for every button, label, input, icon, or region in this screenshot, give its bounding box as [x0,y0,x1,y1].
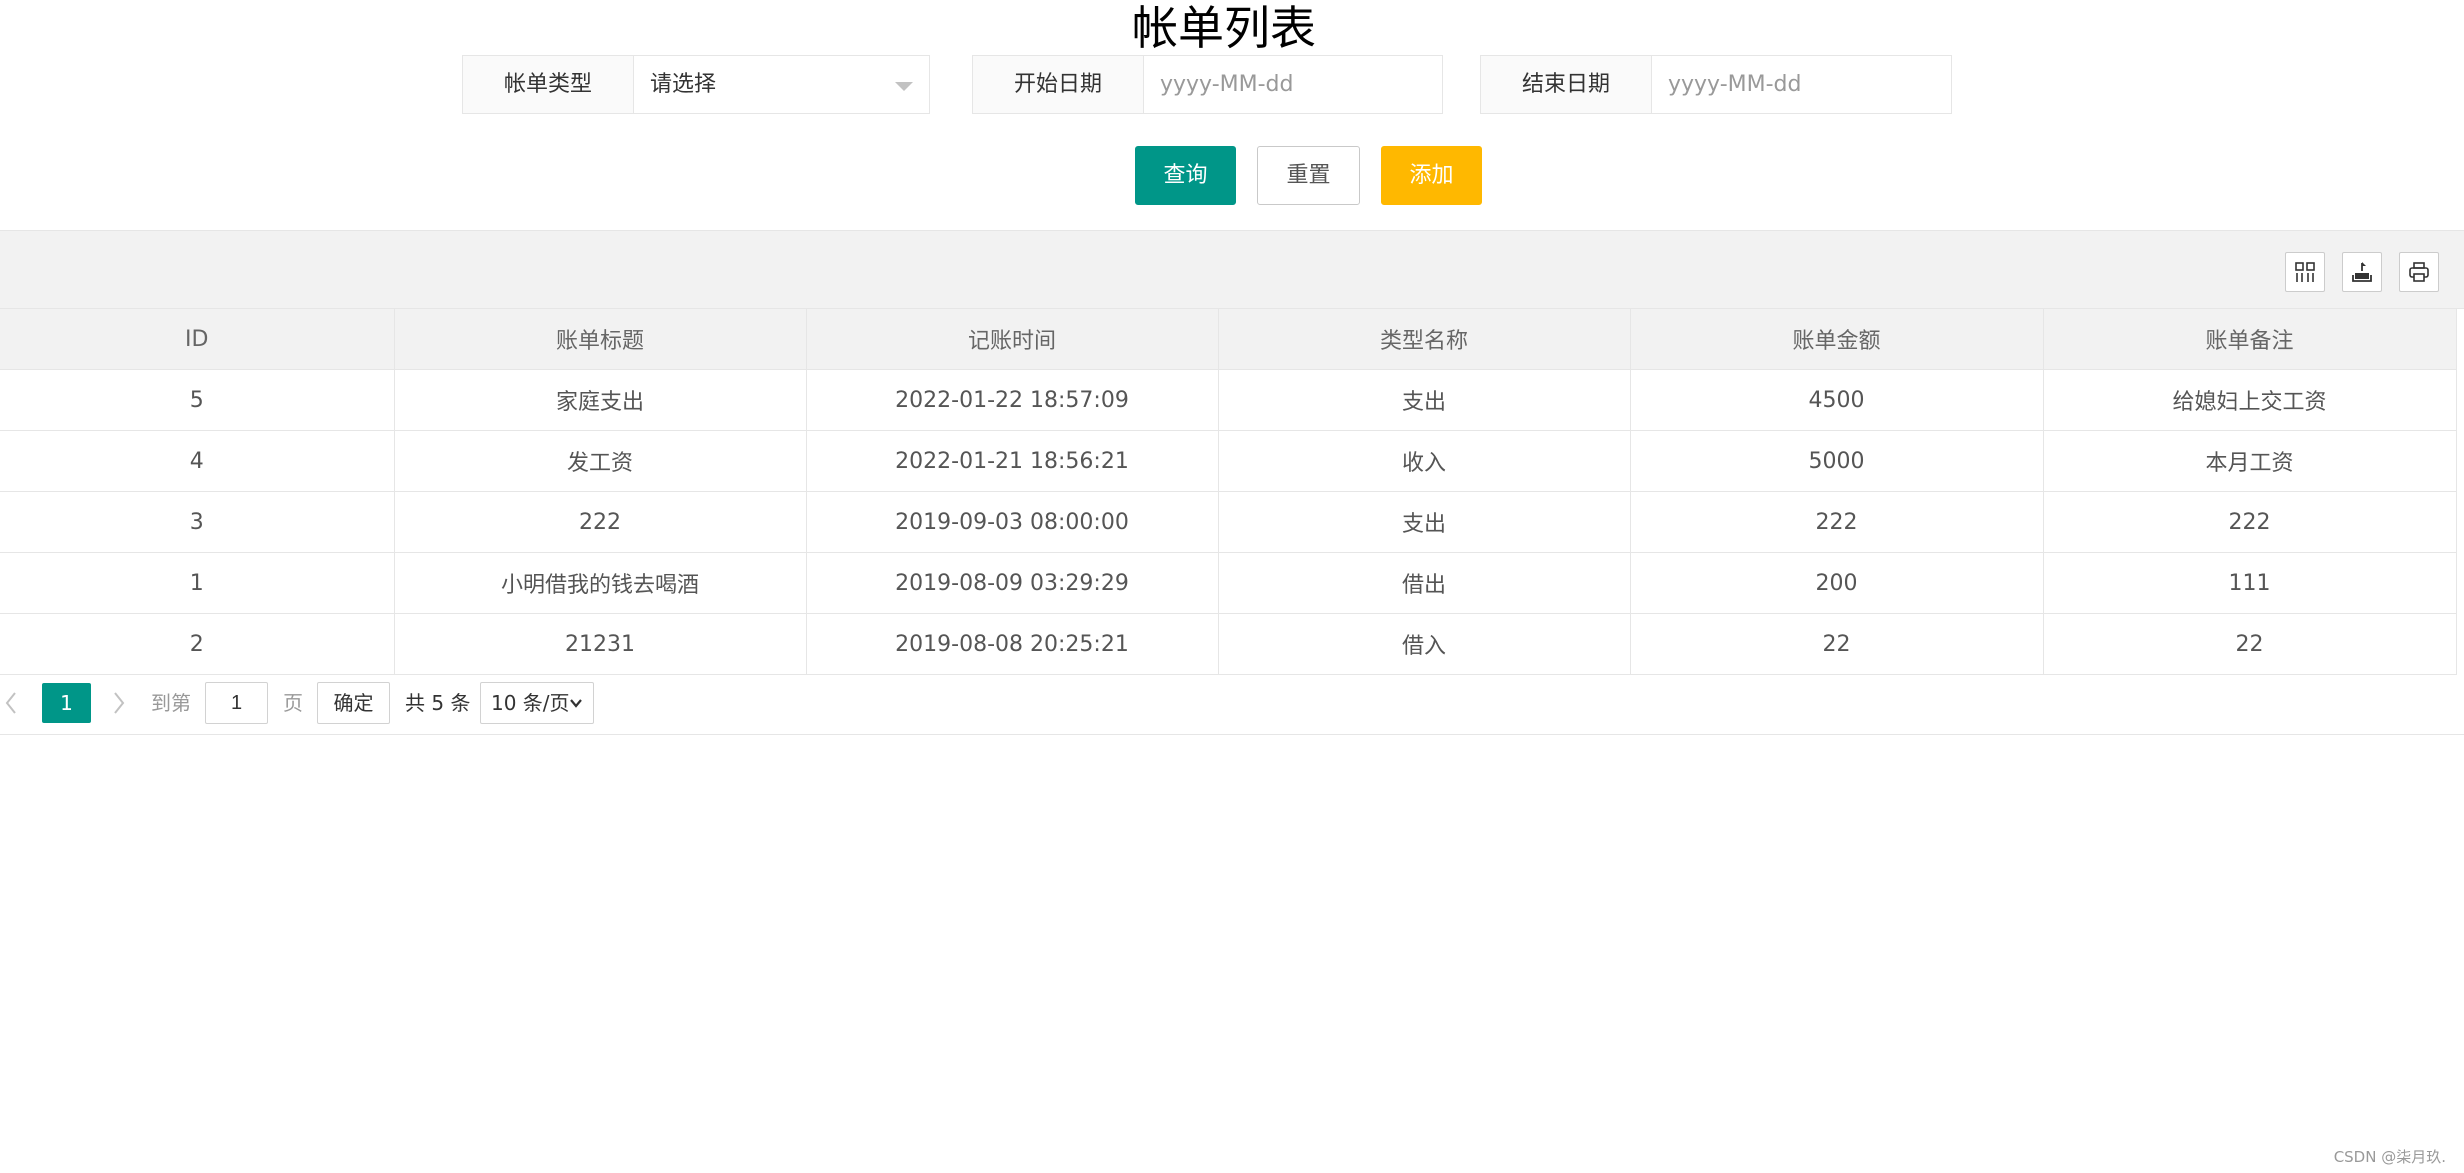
column-header-amount[interactable]: 账单金额 [1630,309,2044,370]
add-button[interactable]: 添加 [1381,146,1482,205]
cell-type: 收入 [1218,430,1631,492]
chevron-down-icon [570,699,582,708]
cell-amount: 4500 [1630,369,2044,431]
cell-id: 2 [0,613,395,675]
cell-amount: 22 [1630,613,2044,675]
cell-id: 5 [0,369,395,431]
cell-type: 借出 [1218,552,1631,614]
table-toolbar [0,230,2464,309]
cell-remark: 22 [2043,613,2457,675]
chevron-down-icon [895,82,913,91]
export-icon [2352,262,2372,282]
columns-filter-icon [2295,262,2315,282]
cell-amount: 200 [1630,552,2044,614]
end-date-input[interactable]: yyyy-MM-dd [1652,56,1951,113]
column-header-time[interactable]: 记账时间 [806,309,1219,370]
print-button[interactable] [2399,252,2439,292]
cell-type: 支出 [1218,369,1631,431]
cell-remark: 本月工资 [2043,430,2457,492]
cell-amount: 222 [1630,491,2044,553]
end-date-placeholder: yyyy-MM-dd [1668,72,1802,97]
cell-id: 4 [0,430,395,492]
column-header-remark[interactable]: 账单备注 [2043,309,2457,370]
goto-confirm-button[interactable]: 确定 [317,682,390,724]
cell-remark: 给媳妇上交工资 [2043,369,2457,431]
next-page-button[interactable] [112,689,126,722]
table-row[interactable]: 4 发工资 2022-01-21 18:56:21 收入 5000 本月工资 [0,430,2457,492]
cell-id: 3 [0,491,395,553]
cell-title: 小明借我的钱去喝酒 [394,552,807,614]
cell-amount: 5000 [1630,430,2044,492]
bill-type-select[interactable]: 请选择 [634,56,929,113]
search-button[interactable]: 查询 [1135,146,1236,205]
bill-type-field: 帐单类型 请选择 [462,55,930,114]
table-row[interactable]: 5 家庭支出 2022-01-22 18:57:09 支出 4500 给媳妇上交… [0,369,2457,431]
cell-title: 21231 [394,613,807,675]
export-button[interactable] [2342,252,2382,292]
table-row[interactable]: 1 小明借我的钱去喝酒 2019-08-09 03:29:29 借出 200 1… [0,552,2457,614]
page-size-select[interactable]: 10 条/页 [480,682,594,724]
cell-title: 222 [394,491,807,553]
start-date-input[interactable]: yyyy-MM-dd [1144,56,1442,113]
cell-time: 2022-01-22 18:57:09 [806,369,1219,431]
cell-type: 借入 [1218,613,1631,675]
table-row[interactable]: 3 222 2019-09-03 08:00:00 支出 222 222 [0,491,2457,553]
page-unit-label: 页 [283,691,303,715]
page-title: 帐单列表 [1132,1,1316,55]
prev-page-button[interactable] [4,689,18,722]
total-count: 共 5 条 [405,691,471,715]
cell-time: 2019-09-03 08:00:00 [806,491,1219,553]
column-header-type[interactable]: 类型名称 [1218,309,1631,370]
start-date-label: 开始日期 [973,56,1144,113]
bill-type-selected-value: 请选择 [650,72,717,97]
goto-page-input[interactable] [205,682,268,724]
chevron-right-icon [114,692,125,714]
columns-filter-button[interactable] [2285,252,2325,292]
cell-remark: 222 [2043,491,2457,553]
column-header-title[interactable]: 账单标题 [394,309,807,370]
watermark: CSDN @柒月玖. [2333,1148,2446,1166]
end-date-label: 结束日期 [1481,56,1652,113]
end-date-field: 结束日期 yyyy-MM-dd [1480,55,1952,114]
bill-type-label: 帐单类型 [463,56,634,113]
reset-button[interactable]: 重置 [1257,146,1360,205]
goto-page-label: 到第 [151,691,191,715]
chevron-left-icon [5,692,16,714]
cell-id: 1 [0,552,395,614]
page-number-current[interactable]: 1 [42,683,91,723]
start-date-placeholder: yyyy-MM-dd [1160,72,1294,97]
cell-remark: 111 [2043,552,2457,614]
bill-table: ID 账单标题 记账时间 类型名称 账单金额 账单备注 5 家庭支出 2022-… [0,309,2457,675]
page-size-value: 10 条/页 [491,691,570,715]
cell-time: 2022-01-21 18:56:21 [806,430,1219,492]
table-header-row: ID 账单标题 记账时间 类型名称 账单金额 账单备注 [0,309,2457,370]
cell-time: 2019-08-09 03:29:29 [806,552,1219,614]
start-date-field: 开始日期 yyyy-MM-dd [972,55,1443,114]
pagination: 1 到第 页 确定 共 5 条 10 条/页 [0,672,2464,735]
column-header-id[interactable]: ID [0,309,395,370]
table-row[interactable]: 2 21231 2019-08-08 20:25:21 借入 22 22 [0,613,2457,675]
cell-title: 发工资 [394,430,807,492]
cell-type: 支出 [1218,491,1631,553]
cell-time: 2019-08-08 20:25:21 [806,613,1219,675]
cell-title: 家庭支出 [394,369,807,431]
print-icon [2409,262,2429,282]
